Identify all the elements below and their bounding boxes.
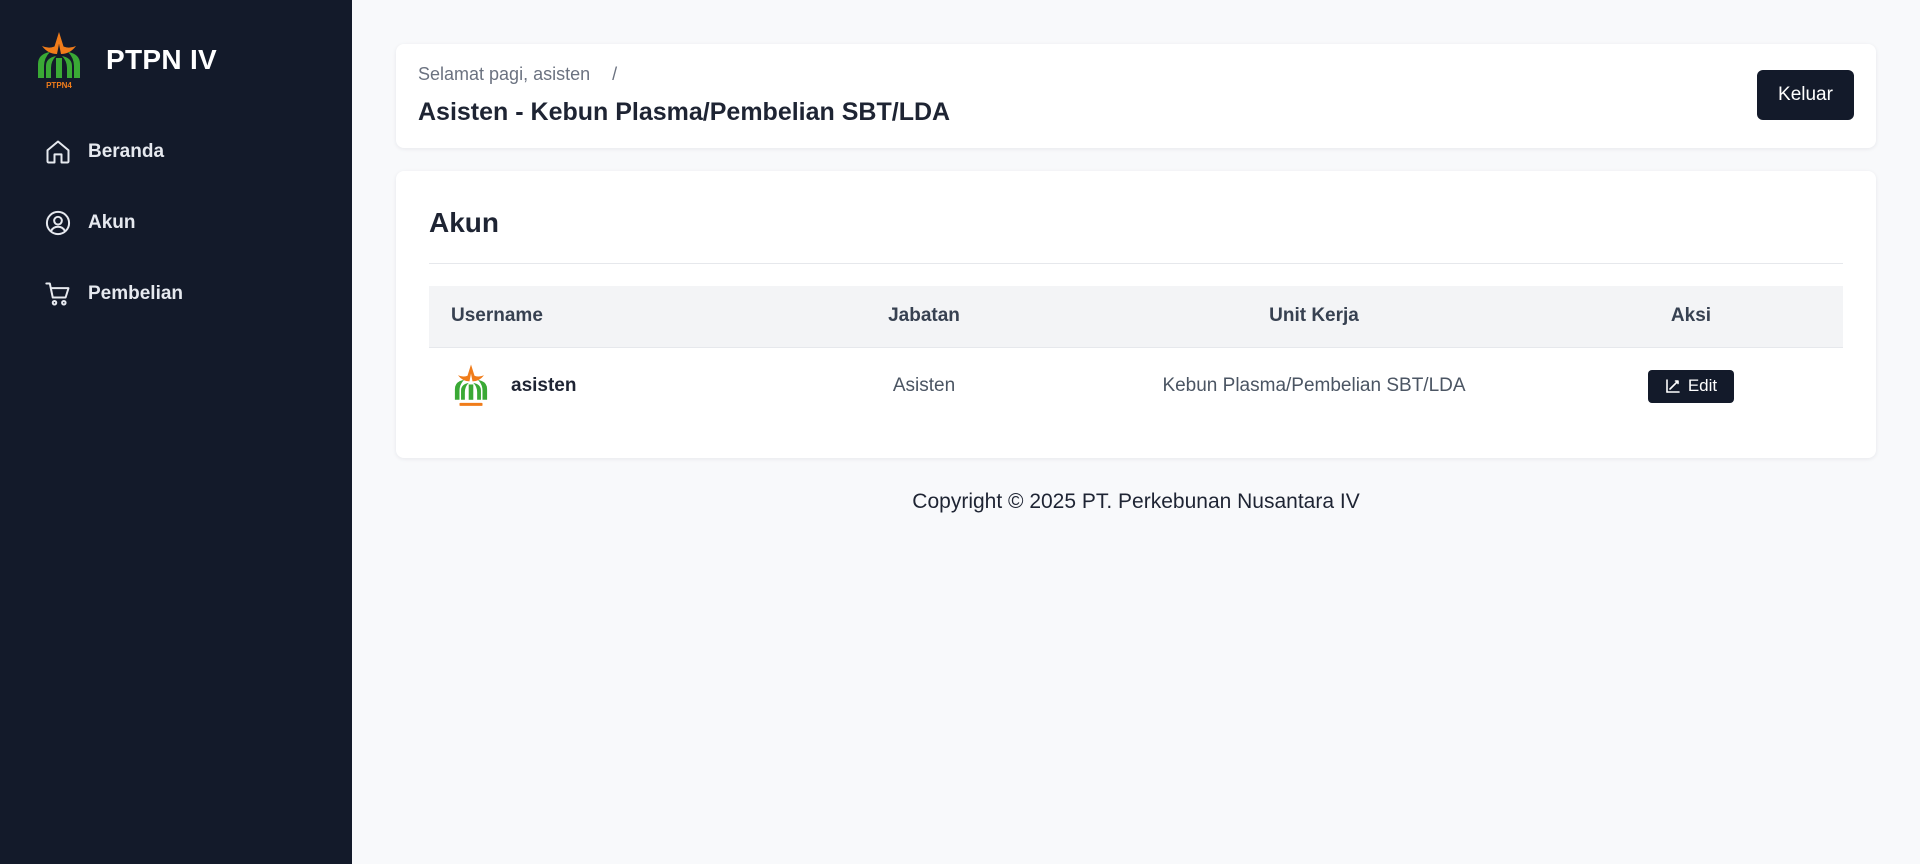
divider (429, 263, 1843, 264)
header-card: Selamat pagi, asisten / Asisten - Kebun … (396, 44, 1876, 148)
edit-button-label: Edit (1687, 376, 1718, 396)
sidebar-item-label: Beranda (88, 141, 165, 162)
column-header-jabatan[interactable]: Jabatan (759, 286, 1089, 347)
table-header-row: Username Jabatan Unit Kerja Aksi (429, 286, 1843, 347)
sidebar-item-label: Akun (88, 212, 136, 233)
cell-jabatan: Asisten (892, 375, 956, 397)
sidebar-item-pembelian[interactable]: Pembelian (0, 272, 352, 316)
edit-button[interactable]: Edit (1648, 369, 1734, 403)
breadcrumb: Selamat pagi, asisten / (418, 64, 617, 85)
user-cell: asisten (451, 363, 759, 409)
sidebar-nav: Beranda Akun Pembelian (0, 130, 352, 343)
sidebar-item-akun[interactable]: Akun (0, 201, 352, 245)
column-header-aksi: Aksi (1670, 305, 1712, 327)
sidebar-item-label: Pembelian (88, 283, 184, 304)
accounts-card: Akun Username Jabatan Unit Kerja Aksi as… (396, 171, 1876, 458)
logo-caption: PTPN4 (46, 81, 72, 90)
brand[interactable]: PTPN4 PTPN IV (34, 30, 217, 90)
column-header-username[interactable]: Username (429, 286, 759, 347)
avatar (454, 364, 488, 407)
card-title: Akun (429, 207, 499, 238)
breadcrumb-separator: / (612, 64, 618, 84)
home-icon (44, 138, 72, 166)
ptpn-logo: PTPN4 (38, 32, 80, 90)
sidebar-item-beranda[interactable]: Beranda (0, 130, 352, 174)
cell-username: asisten (429, 347, 759, 425)
brand-name: PTPN IV (106, 44, 218, 75)
cell-unit-kerja: Kebun Plasma/Pembelian SBT/LDA (1162, 375, 1466, 397)
username-text: asisten (511, 375, 577, 397)
page-title: Asisten - Kebun Plasma/Pembelian SBT/LDA (418, 98, 951, 126)
column-header-unit-kerja[interactable]: Unit Kerja (1089, 286, 1539, 347)
table-row: asisten Asisten Kebun Plasma/Pembelian S… (429, 347, 1843, 425)
cell-aksi: Edit (1539, 347, 1843, 425)
logout-button[interactable]: Keluar (1757, 70, 1854, 120)
accounts-table: Username Jabatan Unit Kerja Aksi asisten… (429, 286, 1843, 425)
sidebar: PTPN4 PTPN IV Beranda Akun Pembelian (0, 0, 352, 864)
cart-icon (44, 280, 72, 308)
edit-icon (1665, 378, 1681, 394)
greeting-text: Selamat pagi, asisten (418, 64, 591, 84)
footer-copyright: Copyright © 2025 PT. Perkebunan Nusantar… (912, 490, 1360, 513)
user-circle-icon (44, 209, 72, 237)
